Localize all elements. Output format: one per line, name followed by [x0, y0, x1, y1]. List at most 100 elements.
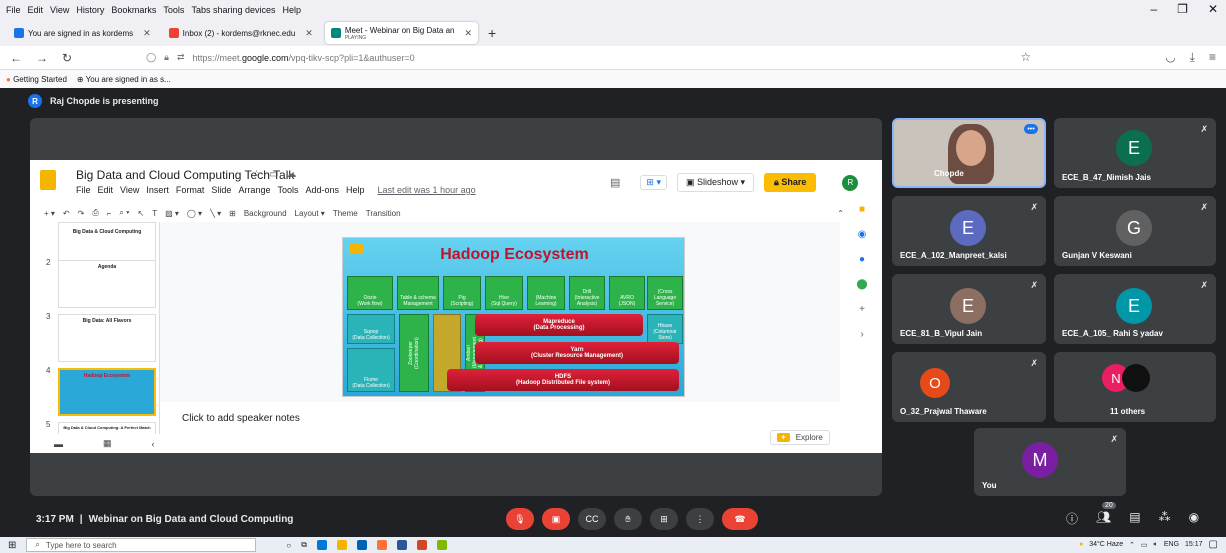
forward-icon[interactable]: →: [36, 51, 48, 65]
undo-icon[interactable]: ↶: [63, 209, 70, 218]
zoom-icon[interactable]: ⌕ ▾: [119, 208, 129, 218]
textbox-icon[interactable]: T: [152, 209, 157, 218]
restore-icon[interactable]: ❐: [1177, 2, 1188, 16]
edge-icon[interactable]: [316, 540, 327, 550]
slideshow-button[interactable]: ▣ Slideshow ▾: [676, 173, 755, 192]
print-icon[interactable]: ⎙: [92, 208, 98, 218]
menu-history[interactable]: History: [76, 5, 104, 15]
camera-off-button[interactable]: ▣: [542, 508, 570, 530]
participant-tile[interactable]: ✗ G Gunjan V Keswani: [1054, 196, 1216, 266]
tab-meet[interactable]: Meet - Webinar on Big Data an PLAYING ✕: [324, 22, 479, 44]
comments-icon[interactable]: ▤: [610, 176, 620, 189]
menu-tools[interactable]: Tools: [163, 5, 184, 15]
powerpoint-icon[interactable]: [416, 540, 427, 550]
slides-menu-help[interactable]: Help: [346, 185, 365, 195]
menu-file[interactable]: File: [6, 5, 21, 15]
clock[interactable]: 15:17: [1185, 541, 1203, 548]
more-options-button[interactable]: ⋮: [686, 508, 714, 530]
participant-tile-presenter[interactable]: ••• Chopde: [892, 118, 1046, 188]
share-button[interactable]: 🔒︎ Share: [764, 173, 817, 192]
menu-tabs-sharing[interactable]: Tabs sharing devices: [191, 5, 275, 15]
others-tile[interactable]: N 11 others: [1054, 352, 1216, 422]
slides-menu-file[interactable]: File: [76, 185, 91, 195]
toolbar-background[interactable]: Background: [244, 209, 287, 218]
current-slide[interactable]: Hadoop Ecosystem Oozie (Work flow) Table…: [342, 237, 685, 397]
weather-label[interactable]: 34°C Haze: [1089, 541, 1123, 548]
participant-tile[interactable]: ✗ E ECE_A_105_ Rahi S yadav: [1054, 274, 1216, 344]
participant-tile[interactable]: ✗ E ECE_A_102_Manpreet_kalsi: [892, 196, 1046, 266]
star-icon[interactable]: ☆: [252, 169, 261, 180]
tab-close-icon[interactable]: ✕: [305, 28, 313, 39]
folder-icon[interactable]: ▭: [269, 169, 278, 180]
self-tile[interactable]: ✗ M You: [974, 428, 1126, 496]
leave-call-button[interactable]: ☎︎: [722, 508, 758, 530]
volume-icon[interactable]: 🔈︎: [1154, 541, 1158, 549]
participant-tile[interactable]: ✗ E ECE_81_B_Vipul Jain: [892, 274, 1046, 344]
thumbnail-slide-3[interactable]: Big Data: All Flavors: [58, 314, 156, 362]
tab-close-icon[interactable]: ✕: [143, 28, 151, 39]
captions-button[interactable]: CC: [578, 508, 606, 530]
pocket-icon[interactable]: ◡: [1165, 50, 1175, 65]
taskbar-search[interactable]: ⌕ Type here to search: [26, 538, 257, 552]
store-icon[interactable]: [356, 540, 367, 550]
menu-edit[interactable]: Edit: [28, 5, 44, 15]
bookmark-star-icon[interactable]: ☆: [1020, 50, 1031, 65]
tab-inbox[interactable]: Inbox (2) - kordems@rknec.edu ✕: [163, 22, 319, 44]
hamburger-menu-icon[interactable]: ≡: [1209, 50, 1216, 65]
slides-menu-addons[interactable]: Add-ons: [305, 185, 339, 195]
thumbnail-slide-4[interactable]: Hadoop Ecosystem: [58, 368, 156, 416]
close-icon[interactable]: ✕: [1208, 2, 1218, 16]
thumbnail-slide-5[interactable]: Big Data & Cloud Computing: A Perfect Ma…: [58, 422, 156, 434]
tab-signed-in[interactable]: You are signed in as kordems ✕: [8, 22, 157, 44]
mic-off-button[interactable]: 🎙︎: [506, 508, 534, 530]
slides-menu-edit[interactable]: Edit: [98, 185, 114, 195]
slides-menu-format[interactable]: Format: [176, 185, 205, 195]
more-options-icon[interactable]: •••: [1024, 124, 1038, 134]
task-view-icon[interactable]: ⧉: [301, 540, 307, 550]
windows-start-icon[interactable]: ⊞: [8, 540, 16, 551]
image-icon[interactable]: ▨ ▾: [165, 209, 179, 218]
participant-tile[interactable]: ✗ E ECE_B_47_Nimish Jais: [1054, 118, 1216, 188]
redo-icon[interactable]: ↷: [78, 209, 85, 218]
activities-icon[interactable]: ⁂: [1159, 510, 1171, 527]
language-indicator[interactable]: ENG: [1164, 541, 1179, 548]
last-edit-link[interactable]: Last edit was 1 hour ago: [378, 185, 476, 195]
shape-icon[interactable]: ◯ ▾: [187, 209, 202, 218]
menu-view[interactable]: View: [50, 5, 69, 15]
slides-menu-tools[interactable]: Tools: [277, 185, 298, 195]
info-icon[interactable]: ⓘ: [1066, 510, 1078, 527]
toolbar-transition[interactable]: Transition: [366, 209, 401, 218]
thumbnail-slide-2[interactable]: Agenda: [58, 260, 156, 308]
menu-bookmarks[interactable]: Bookmarks: [111, 5, 156, 15]
account-avatar[interactable]: R: [842, 174, 859, 191]
present-button[interactable]: ⊞: [650, 508, 678, 530]
file-explorer-icon[interactable]: [336, 540, 347, 550]
speaker-notes[interactable]: Click to add speaker notes: [182, 413, 300, 424]
bookmark-getting-started[interactable]: ● Getting Started: [6, 75, 67, 84]
menu-help[interactable]: Help: [282, 5, 301, 15]
filmstrip-view-icon[interactable]: ▬: [54, 439, 63, 449]
reload-icon[interactable]: ↻: [62, 51, 72, 65]
tasks-icon[interactable]: ◉: [858, 229, 867, 240]
add-addon-icon[interactable]: +: [859, 304, 865, 315]
toolbar-theme[interactable]: Theme: [333, 209, 358, 218]
paint-format-icon[interactable]: ⌐: [107, 209, 112, 218]
minimize-icon[interactable]: –: [1150, 2, 1157, 16]
cloud-icon[interactable]: ☁︎: [286, 169, 296, 180]
slides-menu-arrange[interactable]: Arrange: [238, 185, 270, 195]
tray-expand-icon[interactable]: ⌃: [1129, 541, 1135, 549]
notifications-icon[interactable]: ▢: [1209, 539, 1218, 550]
new-tab-icon[interactable]: +: [488, 25, 496, 41]
line-icon[interactable]: ╲ ▾: [210, 209, 221, 218]
comment-add-icon[interactable]: ⊞: [229, 209, 236, 218]
present-options-icon[interactable]: ⊞ ▾: [640, 175, 667, 190]
download-icon[interactable]: ⤓: [1190, 50, 1195, 65]
bookmark-signed-in[interactable]: ⊕ You are signed in as s...: [77, 75, 171, 84]
expand-panel-icon[interactable]: ›: [860, 329, 863, 340]
network-icon[interactable]: ▭: [1141, 541, 1148, 549]
slides-menu-view[interactable]: View: [120, 185, 139, 195]
new-slide-icon[interactable]: + ▾: [44, 209, 55, 218]
slides-menu-slide[interactable]: Slide: [211, 185, 231, 195]
chat-icon[interactable]: ▤: [1129, 510, 1140, 527]
toolbar-layout[interactable]: Layout ▾: [295, 209, 325, 218]
